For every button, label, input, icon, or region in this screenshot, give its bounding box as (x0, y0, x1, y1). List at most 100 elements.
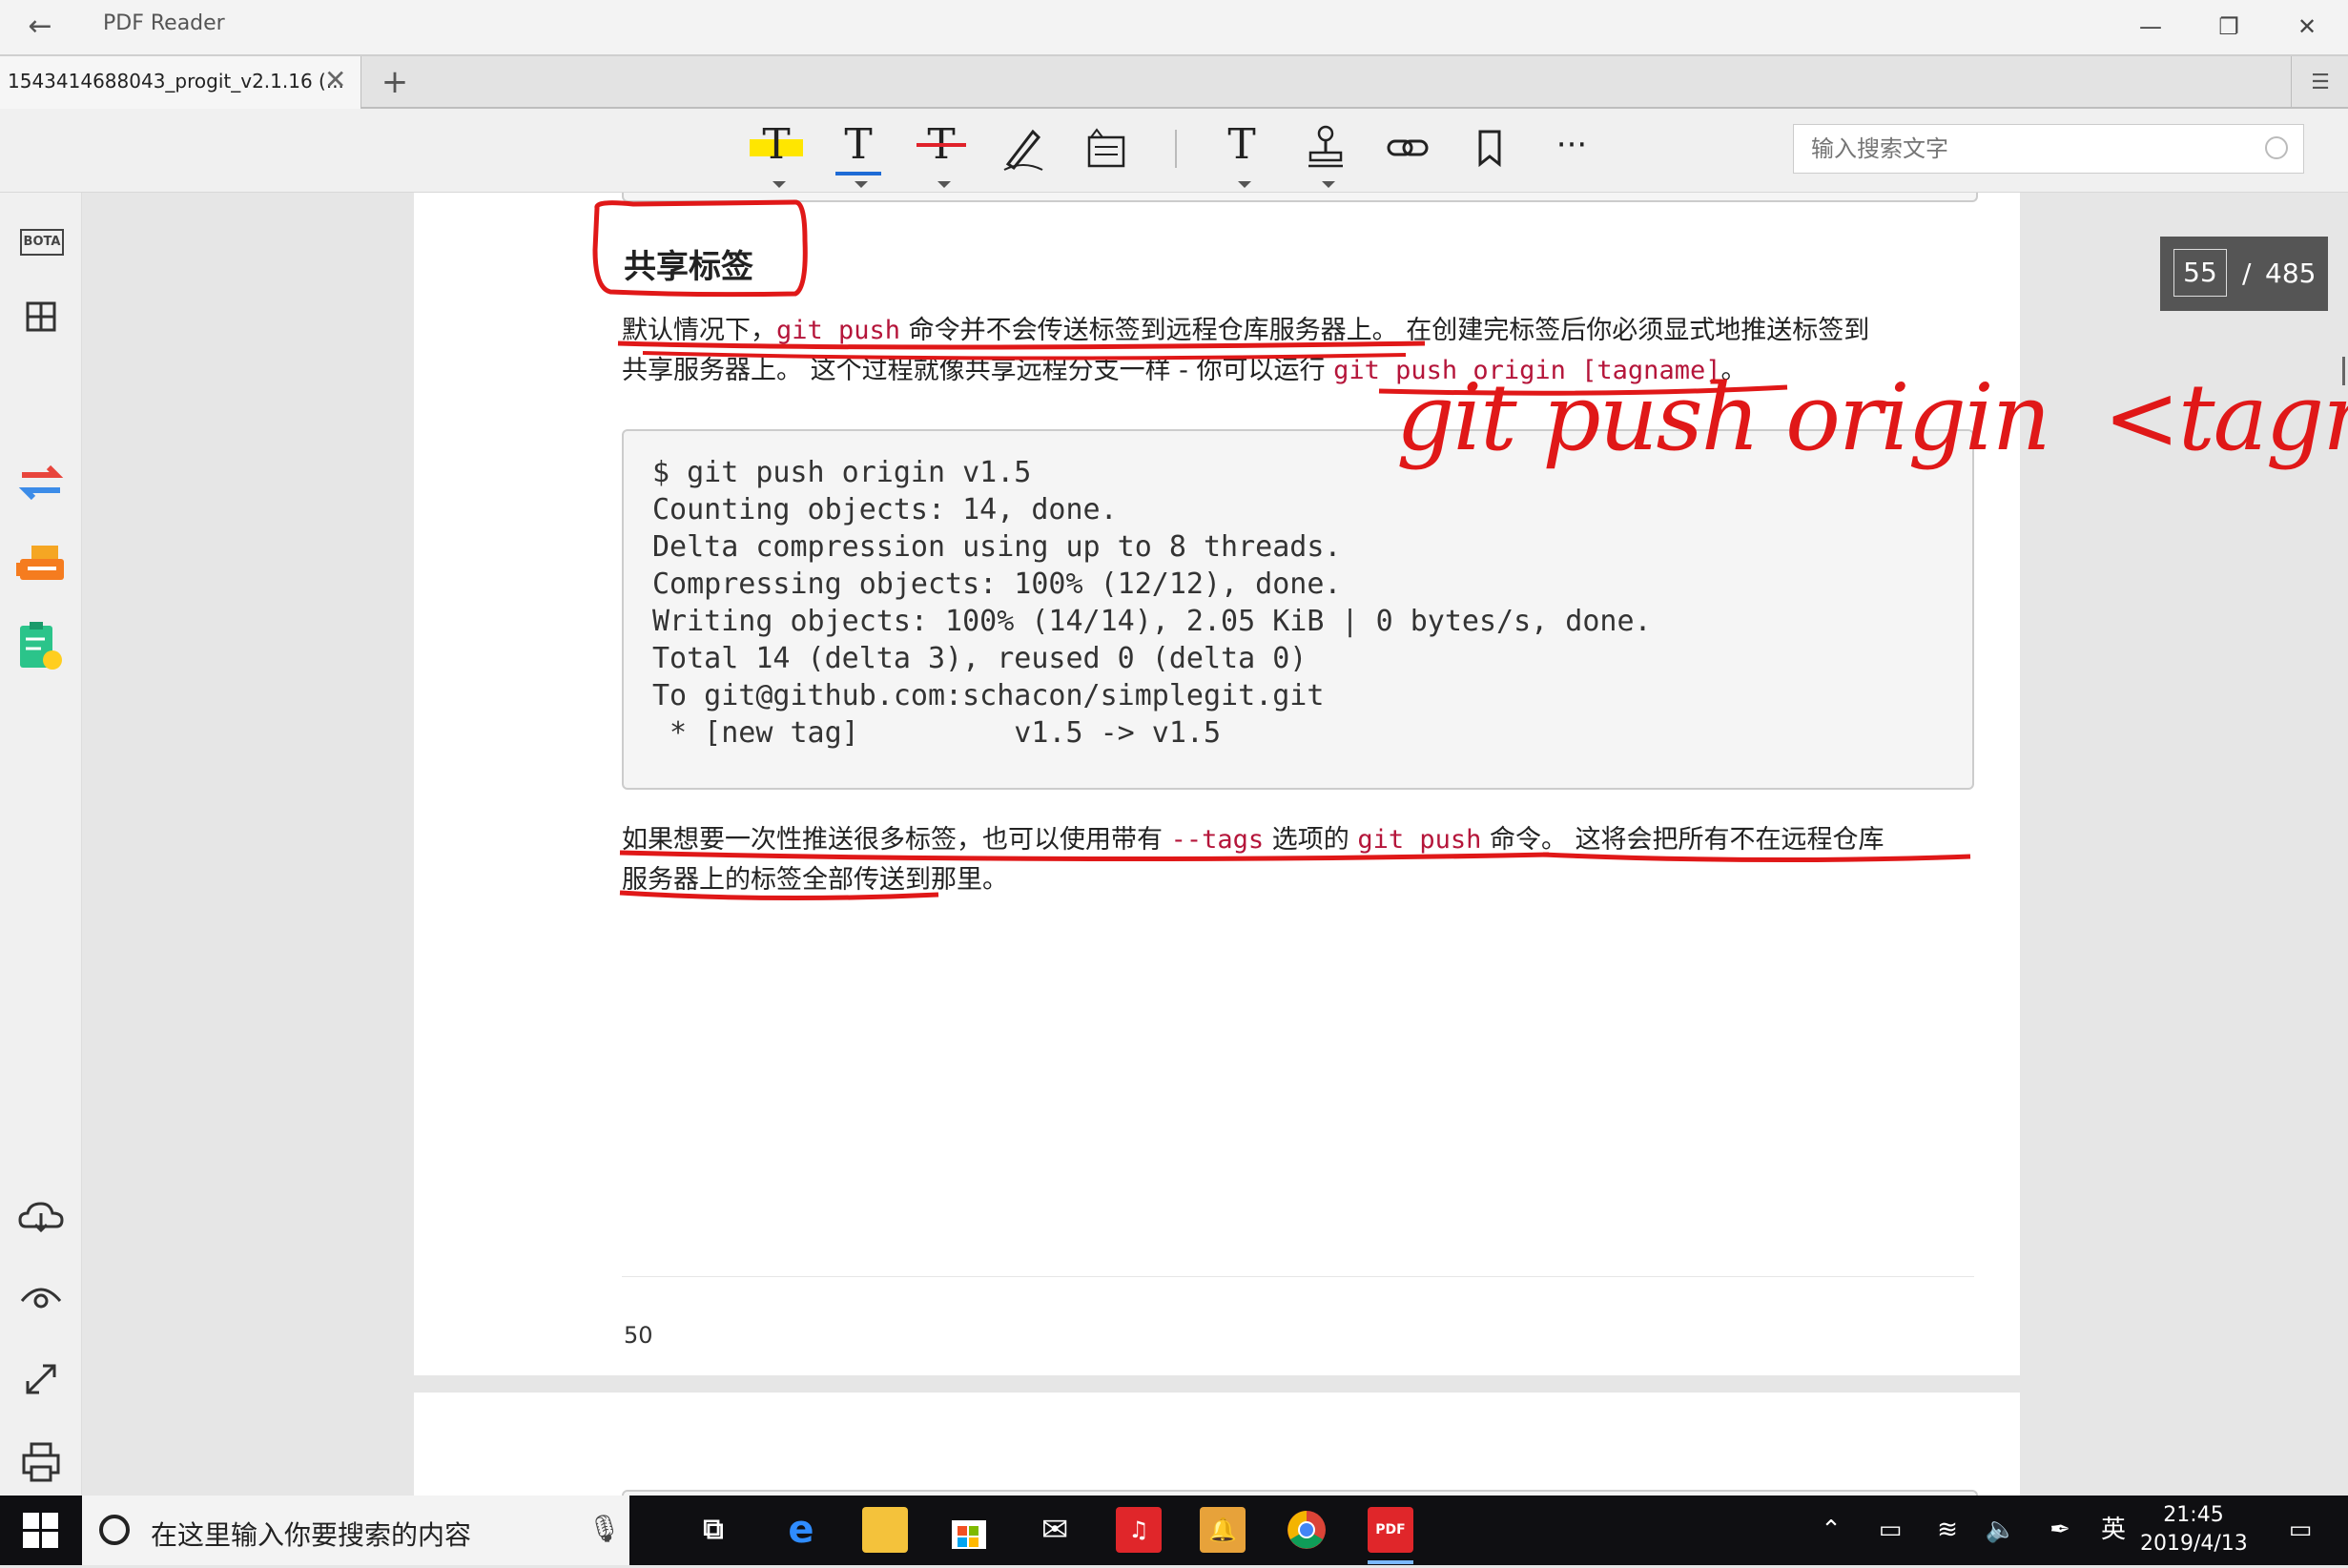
print-icon (22, 1442, 60, 1482)
close-tab-icon[interactable]: ✕ (324, 64, 346, 95)
mail-icon[interactable]: ✉ (1032, 1507, 1078, 1553)
taskbar-search-text: 在这里输入你要搜索的内容 (151, 1519, 472, 1551)
search-box[interactable] (1793, 124, 2304, 174)
chrome-icon[interactable] (1284, 1507, 1329, 1553)
edge-icon[interactable]: e (778, 1507, 824, 1553)
store-icon[interactable] (946, 1507, 992, 1553)
ink-underline (642, 351, 1407, 361)
cloud-button[interactable] (12, 1188, 70, 1246)
note-tool-button[interactable] (1078, 118, 1135, 175)
heading-ink-box (592, 199, 808, 298)
ink-underline (1542, 852, 1971, 863)
ink-underline (619, 850, 1550, 862)
fax-icon (16, 546, 64, 580)
chevron-down-icon[interactable] (772, 181, 786, 188)
title-bar: ← PDF Reader — ❐ ✕ (0, 0, 2348, 54)
fullscreen-button[interactable] (12, 1351, 70, 1408)
chrome-logo-icon (1287, 1511, 1326, 1549)
stamp-tool-button[interactable] (1297, 118, 1354, 188)
windows-taskbar: 在这里输入你要搜索的内容 🎙 ⧉ e ✉ ♫ 🔔 PDF ⌃ ▭ ≋ 🔈 ✒ 英… (0, 1496, 2348, 1565)
annotation-toolbar: T T T T ··· (0, 109, 2348, 193)
text-icon: T (1227, 120, 1256, 169)
action-center-icon[interactable]: ▭ (2272, 1496, 2329, 1565)
restore-button[interactable]: ❐ (2190, 0, 2268, 54)
pen-workspace-icon[interactable]: ✒ (2039, 1496, 2081, 1565)
ink-underline (619, 890, 939, 901)
bota-icon: BOTA (20, 229, 64, 256)
input-method-indicator[interactable]: 英 (2092, 1496, 2134, 1565)
highlight-tool-button[interactable]: T (748, 118, 805, 188)
pen-icon (1003, 129, 1043, 171)
start-button[interactable] (21, 1511, 61, 1555)
clock-date: 2019/4/13 (2140, 1532, 2248, 1556)
file-explorer-icon[interactable] (862, 1507, 908, 1553)
task-view-icon[interactable]: ⧉ (690, 1507, 736, 1553)
scrollbar-thumb[interactable] (2342, 357, 2345, 385)
new-tab-button[interactable]: + (366, 58, 423, 106)
thumbnails-icon (26, 301, 56, 332)
chevron-down-icon[interactable] (1322, 181, 1335, 188)
handwritten-note[interactable]: git push origin <tagname> (1396, 364, 2348, 471)
pdf-page: 共享标签 默认情况下，git push 命令并不会传送标签到远程仓库服务器上。 … (414, 193, 2348, 1375)
search-input[interactable] (1809, 125, 2261, 173)
clock[interactable]: 21:45 2019/4/13 (2140, 1501, 2248, 1558)
total-pages: 485 (2265, 258, 2317, 289)
tab-bar: 1543414688043_progit_v2.1.16 (... ✕ + ☰ (0, 54, 2348, 109)
bota-button[interactable]: BOTA (12, 212, 70, 269)
document-tab[interactable]: 1543414688043_progit_v2.1.16 (... ✕ (0, 56, 361, 109)
pen-tool-button[interactable] (995, 118, 1052, 175)
tasks-button[interactable] (12, 616, 70, 673)
page-number: 50 (624, 1322, 653, 1349)
convert-icon (18, 464, 64, 501)
link-tool-button[interactable] (1379, 118, 1436, 175)
chevron-down-icon[interactable] (1238, 181, 1251, 188)
strike-swatch (917, 143, 966, 147)
fax-button[interactable] (12, 536, 70, 593)
view-mode-button[interactable] (12, 1269, 70, 1326)
chevron-down-icon[interactable] (937, 181, 951, 188)
ink-annotation-layer[interactable] (414, 193, 2020, 956)
windows-logo-icon (23, 1513, 58, 1548)
page-separator: / (2242, 258, 2252, 289)
tray-overflow-icon[interactable]: ⌃ (1812, 1496, 1850, 1565)
bookmark-icon (1478, 130, 1501, 168)
close-window-button[interactable]: ✕ (2268, 0, 2346, 54)
tab-label: 1543414688043_progit_v2.1.16 (... (8, 70, 344, 93)
wifi-icon[interactable]: ≋ (1926, 1496, 1968, 1565)
cloud-icon (18, 1202, 64, 1233)
notification-app-icon[interactable]: 🔔 (1200, 1507, 1246, 1553)
underline-icon: T (844, 120, 873, 169)
strikethrough-tool-button[interactable]: T (913, 118, 970, 188)
store-logo-icon (952, 1520, 986, 1549)
bookmark-tool-button[interactable] (1461, 118, 1518, 175)
current-page-input[interactable]: 55 (2173, 249, 2227, 297)
text-tool-button[interactable]: T (1213, 118, 1270, 188)
tab-menu-icon[interactable]: ☰ (2291, 56, 2348, 109)
toolbar-divider (1175, 130, 1177, 168)
taskbar-search[interactable]: 在这里输入你要搜索的内容 🎙 (82, 1496, 629, 1565)
cortana-icon (99, 1515, 130, 1545)
pdf-reader-taskbar-icon[interactable]: PDF (1368, 1507, 1413, 1553)
clock-time: 21:45 (2163, 1503, 2224, 1527)
convert-button[interactable] (12, 454, 70, 511)
page-indicator: 55 / 485 (2160, 237, 2328, 311)
note-icon (1087, 128, 1125, 168)
chevron-down-icon[interactable] (855, 181, 868, 188)
battery-icon[interactable]: ▭ (1869, 1496, 1911, 1565)
back-arrow-icon[interactable]: ← (21, 8, 59, 46)
fullscreen-icon (26, 1364, 56, 1394)
left-sidebar: BOTA (0, 193, 82, 1496)
stamp-icon (1308, 125, 1343, 168)
thumbnails-button[interactable] (12, 288, 70, 345)
more-icon: ··· (1555, 126, 1588, 164)
underline-tool-button[interactable]: T (830, 118, 887, 188)
print-button[interactable] (12, 1433, 70, 1490)
active-app-indicator (1368, 1560, 1413, 1564)
volume-icon[interactable]: 🔈 (1980, 1496, 2022, 1565)
document-viewport[interactable]: 共享标签 默认情况下，git push 命令并不会传送标签到远程仓库服务器上。 … (82, 193, 2348, 1496)
more-options-button[interactable]: ··· (1543, 118, 1600, 175)
search-icon[interactable] (2265, 136, 2288, 159)
netease-music-icon[interactable]: ♫ (1116, 1507, 1162, 1553)
minimize-button[interactable]: — (2111, 0, 2190, 54)
microphone-icon[interactable]: 🎙 (587, 1513, 622, 1544)
